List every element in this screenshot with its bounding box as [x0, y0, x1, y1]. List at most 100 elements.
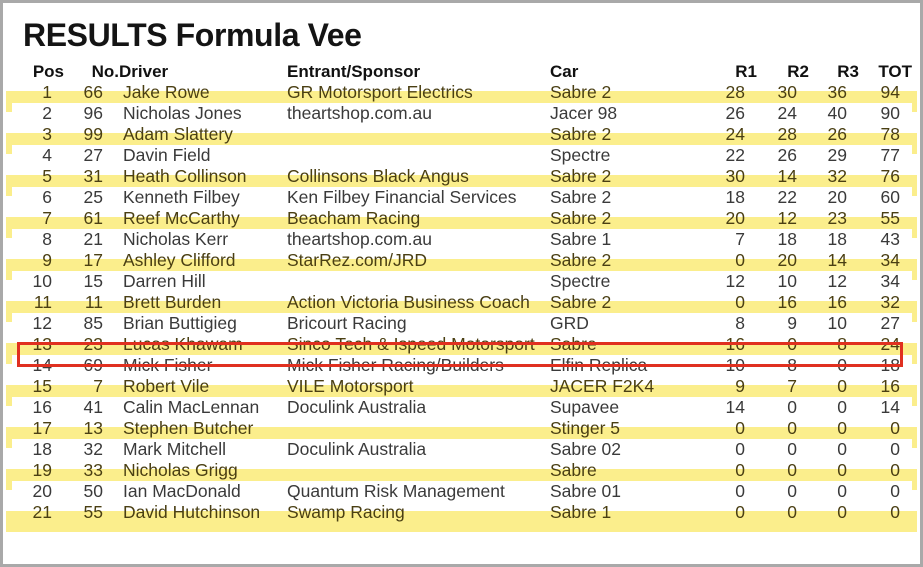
cell-no: 31 — [64, 166, 119, 187]
cell-driver: Mick Fisher — [119, 355, 287, 376]
header-row: Pos No. Driver Entrant/Sponsor Car R1 R2… — [12, 61, 912, 82]
cell-driver: David Hutchinson — [119, 502, 287, 523]
cell-entrant: theartshop.com.au — [287, 229, 550, 250]
cell-pos: 16 — [12, 397, 64, 418]
table-row[interactable]: 1713Stephen ButcherStinger 50000 — [12, 418, 912, 439]
cell-car: JACER F2K4 — [550, 376, 705, 397]
cell-pos: 17 — [12, 418, 64, 439]
table-body: 166Jake RoweGR Motorsport ElectricsSabre… — [12, 82, 912, 523]
cell-car: Sabre 2 — [550, 292, 705, 313]
cell-entrant — [287, 145, 550, 166]
cell-driver: Adam Slattery — [119, 124, 287, 145]
table-row[interactable]: 166Jake RoweGR Motorsport ElectricsSabre… — [12, 82, 912, 103]
cell-r1: 16 — [705, 334, 757, 355]
cell-r3: 23 — [809, 208, 859, 229]
cell-tot: 16 — [859, 376, 912, 397]
cell-r3: 0 — [809, 460, 859, 481]
cell-car: GRD — [550, 313, 705, 334]
cell-no: 85 — [64, 313, 119, 334]
cell-r1: 18 — [705, 187, 757, 208]
cell-car: Sabre 01 — [550, 481, 705, 502]
cell-tot: 0 — [859, 418, 912, 439]
cell-pos: 11 — [12, 292, 64, 313]
table-row[interactable]: 399Adam SlatterySabre 224282678 — [12, 124, 912, 145]
cell-driver: Davin Field — [119, 145, 287, 166]
cell-r1: 28 — [705, 82, 757, 103]
table-row[interactable]: 1285Brian ButtigiegBricourt RacingGRD891… — [12, 313, 912, 334]
cell-r2: 20 — [757, 250, 809, 271]
cell-r2: 0 — [757, 502, 809, 523]
cell-r3: 26 — [809, 124, 859, 145]
table-row[interactable]: 1832Mark MitchellDoculink AustraliaSabre… — [12, 439, 912, 460]
cell-tot: 90 — [859, 103, 912, 124]
cell-pos: 1 — [12, 82, 64, 103]
column-header-pos: Pos — [12, 61, 64, 82]
cell-r2: 8 — [757, 355, 809, 376]
cell-r1: 0 — [705, 460, 757, 481]
cell-r3: 0 — [809, 502, 859, 523]
table-row[interactable]: 1469Mick FisherMick Fisher Racing/Builde… — [12, 355, 912, 376]
cell-driver: Lucas Khawam — [119, 334, 287, 355]
table-row[interactable]: 1323Lucas KhawamSinco Tech & Ispeed Moto… — [12, 334, 912, 355]
cell-r3: 0 — [809, 376, 859, 397]
cell-r3: 14 — [809, 250, 859, 271]
cell-car: Sabre 2 — [550, 250, 705, 271]
cell-r1: 24 — [705, 124, 757, 145]
column-header-r2: R2 — [757, 61, 809, 82]
cell-entrant: Action Victoria Business Coach — [287, 292, 550, 313]
cell-tot: 27 — [859, 313, 912, 334]
cell-tot: 60 — [859, 187, 912, 208]
cell-r1: 0 — [705, 418, 757, 439]
cell-car: Sabre 2 — [550, 124, 705, 145]
cell-driver: Brian Buttigieg — [119, 313, 287, 334]
table-row[interactable]: 625Kenneth FilbeyKen Filbey Financial Se… — [12, 187, 912, 208]
table-row[interactable]: 917Ashley CliffordStarRez.com/JRDSabre 2… — [12, 250, 912, 271]
table-row[interactable]: 821Nicholas Kerrtheartshop.com.auSabre 1… — [12, 229, 912, 250]
table-row[interactable]: 1641Calin MacLennanDoculink AustraliaSup… — [12, 397, 912, 418]
cell-tot: 18 — [859, 355, 912, 376]
cell-r2: 30 — [757, 82, 809, 103]
cell-entrant: StarRez.com/JRD — [287, 250, 550, 271]
table-row[interactable]: 1933Nicholas GriggSabre0000 — [12, 460, 912, 481]
cell-r1: 0 — [705, 439, 757, 460]
column-header-r3: R3 — [809, 61, 859, 82]
cell-r1: 20 — [705, 208, 757, 229]
cell-car: Sabre 1 — [550, 229, 705, 250]
cell-no: 69 — [64, 355, 119, 376]
cell-r2: 16 — [757, 292, 809, 313]
cell-tot: 34 — [859, 271, 912, 292]
cell-no: 99 — [64, 124, 119, 145]
table-header: Pos No. Driver Entrant/Sponsor Car R1 R2… — [12, 61, 912, 82]
table-row[interactable]: 296Nicholas Jonestheartshop.com.auJacer … — [12, 103, 912, 124]
table-row[interactable]: 1015Darren HillSpectre12101234 — [12, 271, 912, 292]
cell-entrant: Ken Filbey Financial Services — [287, 187, 550, 208]
table-row[interactable]: 1111Brett BurdenAction Victoria Business… — [12, 292, 912, 313]
cell-driver: Heath Collinson — [119, 166, 287, 187]
cell-pos: 13 — [12, 334, 64, 355]
cell-driver: Ashley Clifford — [119, 250, 287, 271]
cell-tot: 0 — [859, 439, 912, 460]
cell-car: Sabre 02 — [550, 439, 705, 460]
column-header-no: No. — [64, 61, 119, 82]
cell-pos: 12 — [12, 313, 64, 334]
table-row[interactable]: 427Davin FieldSpectre22262977 — [12, 145, 912, 166]
cell-no: 50 — [64, 481, 119, 502]
column-header-tot: TOT — [859, 61, 912, 82]
cell-r2: 18 — [757, 229, 809, 250]
table-row[interactable]: 531Heath CollinsonCollinsons Black Angus… — [12, 166, 912, 187]
cell-pos: 10 — [12, 271, 64, 292]
cell-no: 96 — [64, 103, 119, 124]
cell-r2: 26 — [757, 145, 809, 166]
cell-tot: 14 — [859, 397, 912, 418]
cell-car: Sabre 2 — [550, 187, 705, 208]
cell-driver: Jake Rowe — [119, 82, 287, 103]
cell-r3: 0 — [809, 439, 859, 460]
table-row[interactable]: 2050Ian MacDonaldQuantum Risk Management… — [12, 481, 912, 502]
table-row[interactable]: 2155David HutchinsonSwamp RacingSabre 10… — [12, 502, 912, 523]
cell-no: 33 — [64, 460, 119, 481]
results-panel-inner: RESULTS Formula Vee Pos No. Driver Entra… — [3, 3, 920, 564]
table-row[interactable]: 157Robert VileVILE MotorsportJACER F2K49… — [12, 376, 912, 397]
table-row[interactable]: 761Reef McCarthyBeacham RacingSabre 2201… — [12, 208, 912, 229]
cell-pos: 20 — [12, 481, 64, 502]
cell-r2: 24 — [757, 103, 809, 124]
